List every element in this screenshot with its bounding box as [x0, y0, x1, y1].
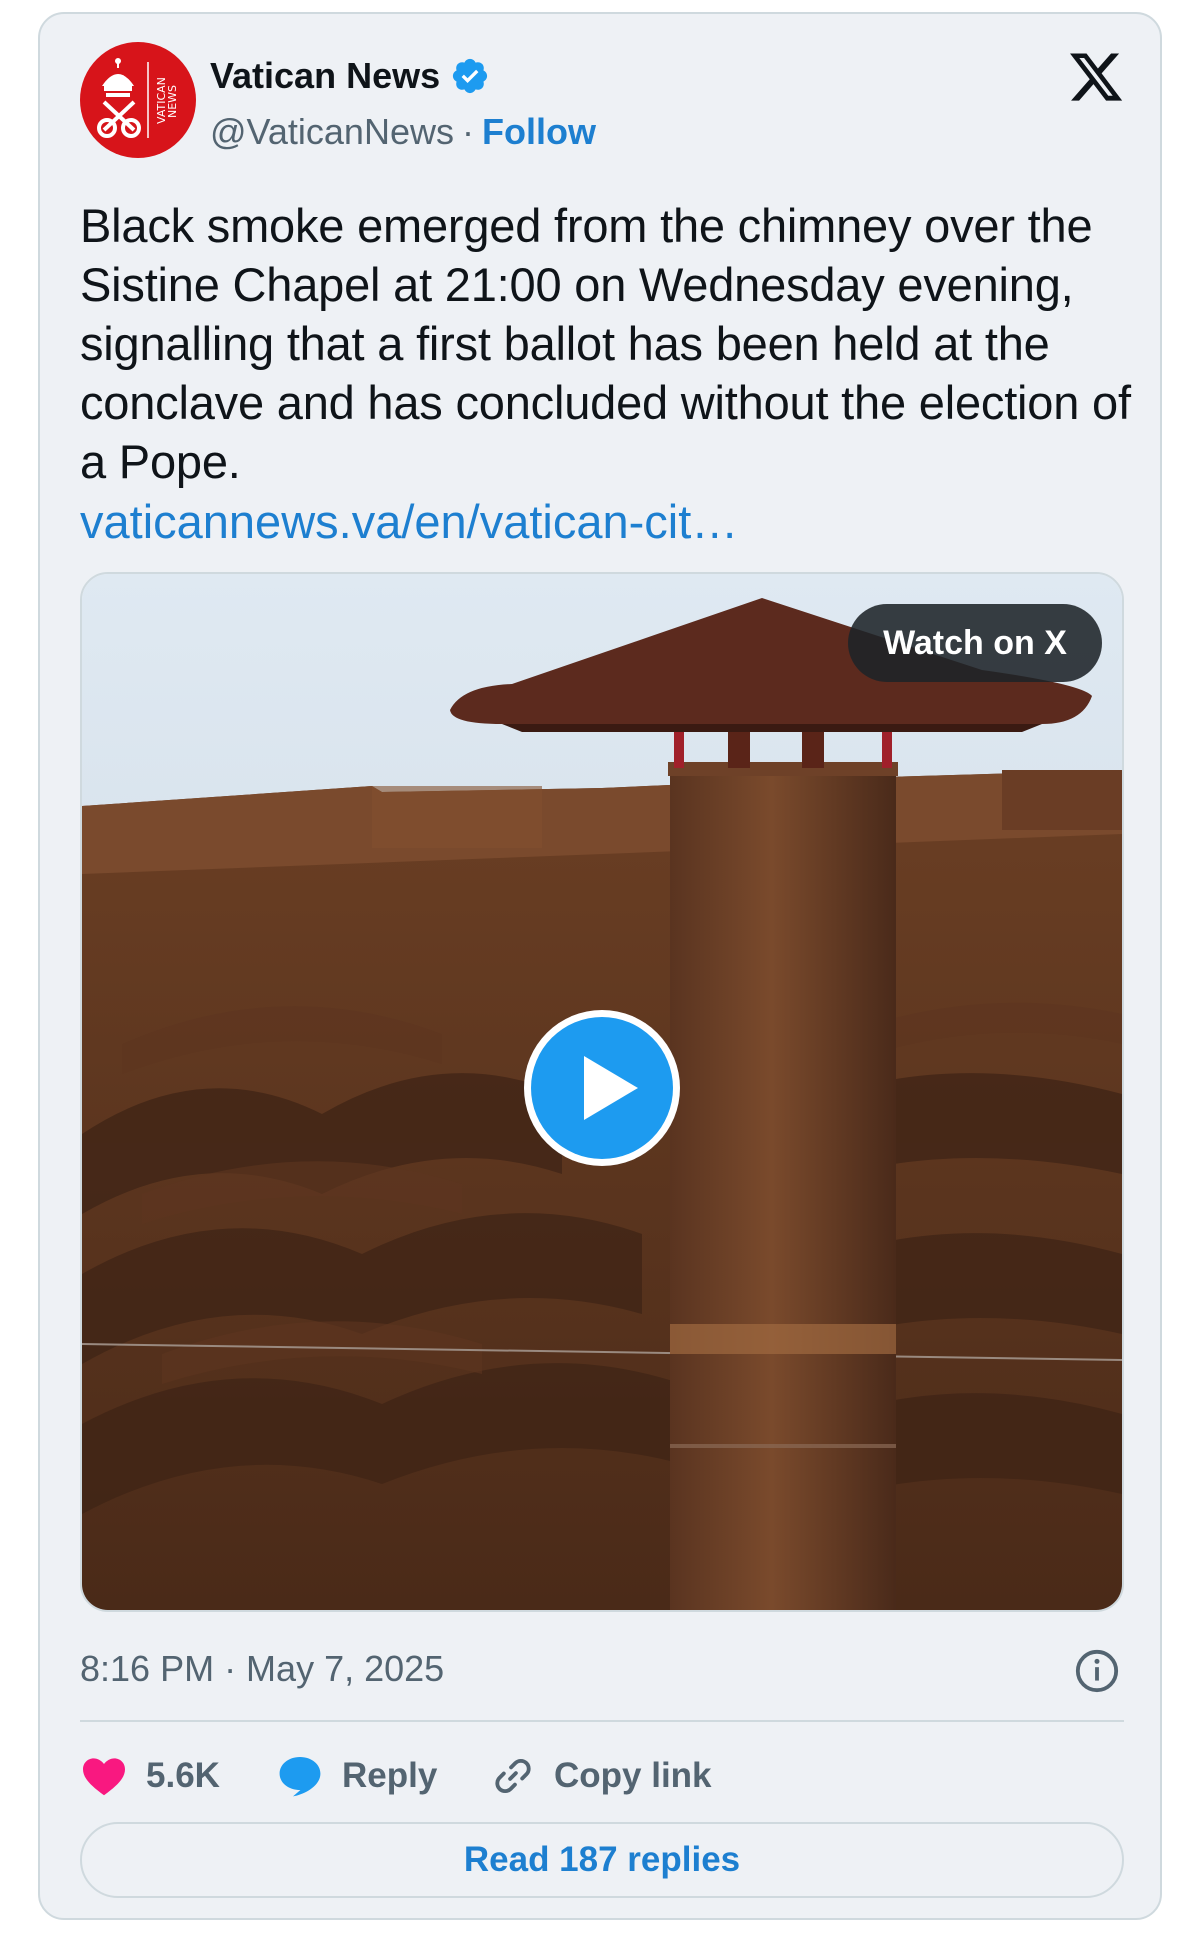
avatar-wordmark: VATICAN NEWS: [155, 77, 179, 125]
reply-bubble-icon: [279, 1757, 321, 1797]
author-handle[interactable]: @VaticanNews: [210, 111, 454, 153]
follow-button[interactable]: Follow: [482, 111, 596, 153]
tweet-card[interactable]: VATICAN NEWS Vatican News @VaticanNews ·…: [38, 12, 1162, 1920]
divider: [80, 1720, 1124, 1722]
video-player[interactable]: Watch on X: [80, 572, 1124, 1612]
tweet-text: Black smoke emerged from the chimney ove…: [80, 199, 1131, 488]
page: VATICAN NEWS Vatican News @VaticanNews ·…: [0, 0, 1200, 1956]
avatar[interactable]: VATICAN NEWS: [80, 42, 196, 158]
author-handle-row: @VaticanNews · Follow: [210, 110, 596, 154]
x-logo-icon[interactable]: [1066, 48, 1126, 106]
tweet-link[interactable]: vaticannews.va/en/vatican-cit…: [80, 492, 738, 551]
info-icon[interactable]: [1074, 1648, 1120, 1694]
read-replies-button[interactable]: Read 187 replies: [80, 1822, 1124, 1898]
reply-label: Reply: [342, 1756, 438, 1795]
author-name-row: Vatican News: [210, 54, 490, 98]
action-bar: 5.6K Reply Copy link: [80, 1742, 712, 1810]
tweet-timestamp[interactable]: 8:16 PM · May 7, 2025: [80, 1648, 444, 1690]
watch-on-x-button[interactable]: Watch on X: [848, 604, 1102, 682]
verified-badge-icon: [453, 58, 488, 94]
reply-button[interactable]: Reply: [276, 1752, 490, 1800]
like-button[interactable]: 5.6K: [80, 1752, 276, 1800]
heart-icon: [83, 1758, 125, 1796]
like-count: 5.6K: [146, 1756, 220, 1795]
author-display-name[interactable]: Vatican News: [210, 55, 440, 97]
separator-dot: ·: [461, 111, 474, 152]
copy-link-button[interactable]: Copy link: [490, 1753, 712, 1799]
link-icon: [495, 1758, 531, 1794]
copy-link-label: Copy link: [554, 1756, 712, 1795]
play-icon[interactable]: [520, 1006, 684, 1170]
